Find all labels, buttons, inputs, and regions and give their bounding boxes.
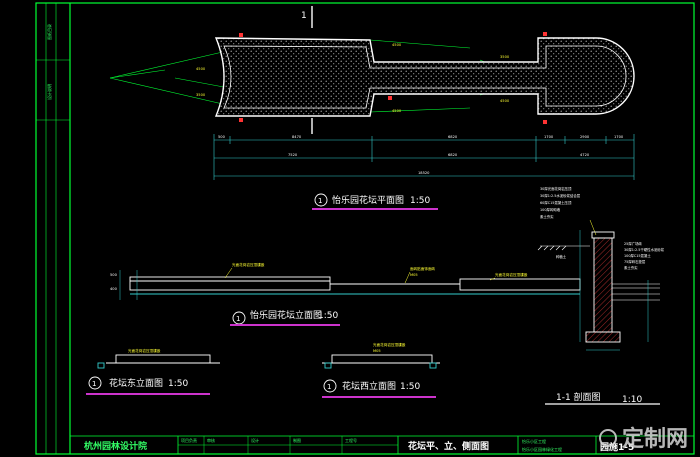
dim-1-1: 500 — [218, 135, 226, 139]
west-title: 花坛西立面图 — [342, 380, 396, 392]
dim-1-7: 1700 — [614, 135, 624, 139]
elev-dim-2: 400 — [110, 287, 118, 291]
planter-section-view: 30厚光面花岗岩压顶 30厚1:2.5水泥砂浆结合层 60厚C15混凝土压顶 1… — [537, 186, 665, 405]
side-strip-text-1: 图纸目录 — [46, 24, 52, 40]
section-note-right-5: 素土夯实 — [624, 265, 638, 270]
elev-title: 怡乐园花坛立面图 — [250, 309, 322, 321]
plan-scale: 1:50 — [410, 196, 430, 206]
dim-1-6: 2900 — [580, 135, 590, 139]
east-title: 花坛东立面图 — [109, 377, 163, 389]
plan-callout-6: 4500 — [500, 99, 510, 103]
plan-callout-2: 3500 — [196, 93, 206, 97]
elev-mark: M05 — [410, 273, 418, 277]
section-note-top-2: 30厚1:2.5水泥砂浆结合层 — [540, 193, 581, 198]
planter-east-elevation: 光面花岗岩压顶镶嵌 1 花坛东立面图 1:50 — [86, 348, 220, 395]
west-scale: 1:50 — [400, 382, 420, 392]
dim-1-5: 1700 — [544, 135, 554, 139]
dim-2-3: 4720 — [580, 153, 590, 157]
elev-scale: 1:50 — [318, 311, 338, 321]
section-marker-label: 1 — [301, 11, 307, 21]
plan-title-number: 1 — [318, 197, 322, 205]
title-block-company: 杭州园林设计院 — [84, 440, 147, 452]
elev-note-1: 光面花岗岩压顶镶嵌 — [232, 262, 265, 267]
west-mark: M05 — [373, 349, 381, 353]
section-label-left: 种植土 — [556, 254, 567, 259]
planter-elevation: 500 400 光面花岗岩压顶镶嵌 面砖贴面饰面砖 M05 光面花岗岩压顶镶嵌 … — [110, 262, 581, 326]
planter-west-elevation: 光面花岗岩压顶镶嵌 M05 1 花坛西立面图 1:50 — [322, 342, 440, 398]
west-note: 光面花岗岩压顶镶嵌 — [373, 342, 406, 347]
section-note-right-1: 25厚广场砖 — [624, 241, 642, 246]
dim-1-4: 6820 — [448, 135, 458, 139]
west-title-number: 1 — [327, 383, 331, 391]
title-block-project-label: 怡乐小区工程 — [522, 438, 546, 444]
plan-callout-1: 4500 — [196, 67, 206, 71]
title-block-field-3: 设计 — [251, 437, 259, 443]
section-note-right-3: 100厚C15混凝土 — [624, 253, 651, 258]
dim-2-2: 6820 — [448, 153, 458, 157]
plan-callout-5: 3500 — [500, 55, 510, 59]
elev-title-number: 1 — [236, 315, 240, 323]
elev-dim-1: 500 — [110, 273, 118, 277]
side-strip-text-2: 设计说明 — [46, 84, 52, 100]
section-note-right-2: 30厚1:2.5干硬性水泥砂浆 — [624, 247, 665, 252]
dim-total: 18520 — [418, 171, 430, 175]
east-title-number: 1 — [92, 380, 96, 388]
title-block-field-5: 工程号 — [345, 437, 357, 443]
plan-callout-4: 4500 — [392, 109, 402, 113]
dim-2-1: 7520 — [288, 153, 298, 157]
plan-callout-3: 4500 — [392, 43, 402, 47]
title-block-project: 怡乐小区园林绿化工程 — [522, 446, 562, 452]
elev-note-2: 面砖贴面饰面砖 — [410, 266, 436, 271]
section-note-top-1: 30厚光面花岗岩压顶 — [540, 186, 572, 191]
cad-drawing-sheet: 图纸目录 设计说明 1 4500 3500 4500 4500 3500 450… — [35, 2, 695, 455]
plan-title: 怡乐园花坛平面图 — [332, 194, 404, 206]
dim-1-2: 8470 — [292, 135, 302, 139]
elev-note-4: 光面花岗岩压顶镶嵌 — [495, 272, 528, 277]
section-note-top-3: 60厚C15混凝土压顶 — [540, 200, 572, 205]
section-note-right-4: 75厚碎石垫层 — [624, 259, 646, 264]
watermark-text: 定制网 — [622, 426, 688, 452]
title-block-field-2: 审核 — [207, 437, 215, 443]
east-scale: 1:50 — [168, 379, 188, 389]
planter-plan-view: 4500 3500 4500 4500 3500 4500 500 8470 6… — [109, 32, 635, 210]
east-note: 光面花岗岩压顶镶嵌 — [128, 348, 161, 353]
title-block-field-4: 制图 — [293, 437, 301, 443]
title-block-drawing-title: 花坛平、立、侧面图 — [408, 440, 489, 452]
section-title: 1-1 剖面图 — [556, 391, 601, 403]
section-note-top-4: 100厚砖砌墙 — [540, 207, 561, 212]
title-block-field-1: 项目负责 — [181, 437, 197, 443]
section-note-top-5: 素土夯实 — [540, 214, 554, 219]
